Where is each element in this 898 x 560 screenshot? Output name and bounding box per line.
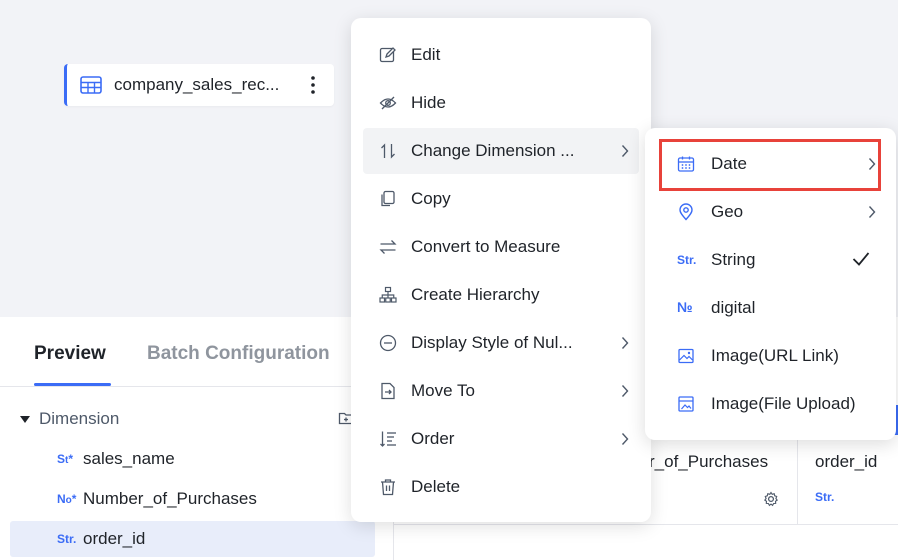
tab-preview[interactable]: Preview (34, 343, 106, 365)
submenu-item-label: Geo (711, 202, 744, 221)
menu-item-label: Hide (411, 93, 446, 112)
image-upload-icon (678, 396, 694, 412)
submenu-item-label: String (711, 250, 756, 269)
field-item[interactable]: No* Number_of_Purchases (10, 481, 375, 517)
column-header: r_of_Purchases (649, 452, 769, 471)
chevron-right-icon (621, 337, 629, 349)
copy-icon (381, 190, 395, 207)
menu-item-label: Copy (411, 189, 451, 208)
more-options-icon[interactable] (310, 75, 316, 95)
tab-batch-configuration[interactable]: Batch Configuration (147, 343, 330, 365)
swap-vertical-icon (381, 143, 395, 159)
table-node[interactable]: company_sales_rec... (64, 64, 334, 106)
field-item-selected[interactable]: Str. order_id (10, 521, 375, 557)
edit-icon (379, 47, 396, 63)
menu-item-label: Display Style of Nul... (411, 333, 573, 352)
move-to-icon (381, 382, 395, 400)
chevron-right-icon (621, 433, 629, 445)
date-option-highlight (659, 139, 881, 191)
number-type-icon: № (677, 299, 693, 315)
dimension-group-header[interactable]: Dimension (20, 409, 119, 429)
hierarchy-icon (379, 286, 397, 303)
field-type-icon: Str. (57, 532, 77, 546)
menu-item-label: Delete (411, 477, 461, 496)
column-divider (797, 437, 798, 525)
chevron-right-icon (868, 206, 876, 218)
table-icon (80, 76, 102, 94)
menu-item-create-hierarchy[interactable]: Create Hierarchy (363, 272, 639, 318)
field-name: sales_name (83, 449, 175, 468)
convert-arrows-icon (379, 240, 397, 254)
menu-item-label: Create Hierarchy (411, 285, 540, 304)
string-type-icon: Str. (677, 253, 697, 267)
menu-item-order[interactable]: Order (363, 416, 639, 462)
menu-item-delete[interactable]: Delete (363, 464, 639, 510)
grid-divider (394, 524, 898, 525)
menu-item-label: Move To (411, 381, 475, 400)
menu-item-label: Convert to Measure (411, 237, 561, 256)
null-style-icon (379, 334, 397, 352)
menu-item-label: Order (411, 429, 455, 448)
menu-item-edit[interactable]: Edit (363, 32, 639, 78)
submenu-item-digital[interactable]: № digital (659, 285, 884, 331)
caret-down-icon (20, 415, 30, 423)
menu-item-label: Edit (411, 45, 441, 64)
hide-eye-icon (379, 96, 397, 110)
menu-item-hide[interactable]: Hide (363, 80, 639, 126)
submenu-item-image-upload[interactable]: Image(File Upload) (659, 381, 884, 427)
order-icon (380, 431, 396, 447)
chevron-right-icon (621, 385, 629, 397)
submenu-item-string[interactable]: Str. String (659, 237, 884, 283)
gear-icon[interactable] (763, 491, 779, 507)
submenu-item-label: Image(File Upload) (711, 394, 856, 413)
trash-icon (381, 479, 395, 496)
submenu-item-image-url[interactable]: Image(URL Link) (659, 333, 884, 379)
field-name: order_id (83, 529, 146, 548)
panel-tabs: Preview Batch Configuration (0, 317, 392, 387)
active-tab-indicator (34, 383, 111, 386)
image-icon (678, 348, 694, 364)
menu-item-display-style-null[interactable]: Display Style of Nul... (363, 320, 639, 366)
chevron-right-icon (621, 145, 629, 157)
location-pin-icon (679, 203, 693, 221)
menu-item-copy[interactable]: Copy (363, 176, 639, 222)
submenu-item-label: Image(URL Link) (711, 346, 839, 365)
context-menu: Edit Hide Change Dimension ... Copy Conv… (351, 18, 651, 522)
column-type-icon: Str. (815, 490, 835, 504)
dimension-label: Dimension (39, 409, 120, 428)
column-header: order_id (815, 452, 878, 471)
menu-item-change-dimension[interactable]: Change Dimension ... (363, 128, 639, 174)
menu-item-convert-to-measure[interactable]: Convert to Measure (363, 224, 639, 270)
table-name: company_sales_rec... (114, 75, 280, 94)
field-name: Number_of_Purchases (83, 489, 257, 508)
submenu-item-label: digital (711, 298, 756, 317)
checkmark-icon (852, 252, 870, 266)
field-type-icon: St* (57, 452, 74, 466)
field-type-icon: No* (57, 492, 77, 506)
submenu-item-geo[interactable]: Geo (659, 189, 884, 235)
field-item[interactable]: St* sales_name (10, 441, 375, 477)
menu-item-move-to[interactable]: Move To (363, 368, 639, 414)
menu-item-label: Change Dimension ... (411, 141, 575, 160)
